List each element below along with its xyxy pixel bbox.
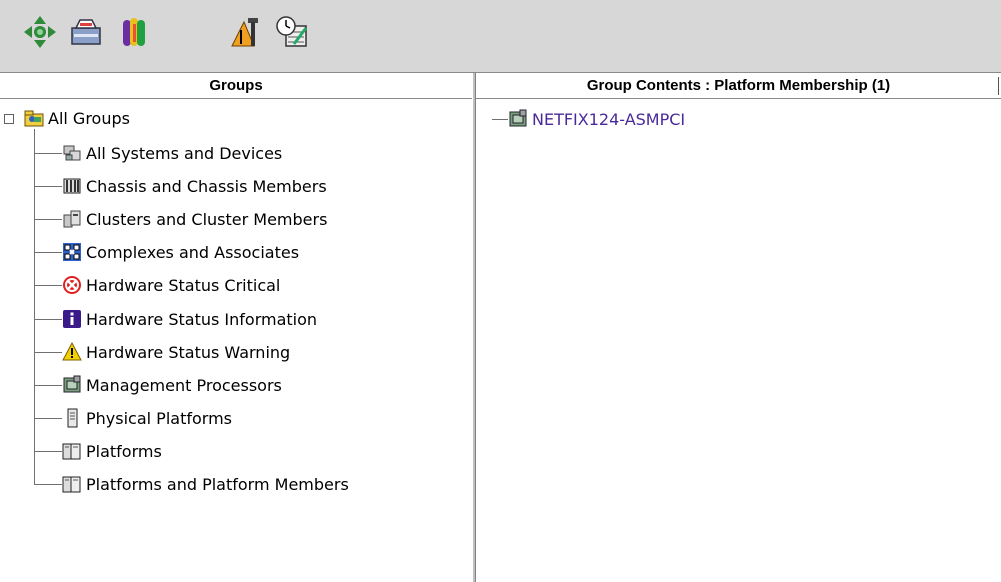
contents-item-netfix124-asmpci[interactable]: NETFIX124-ASMPCI: [508, 106, 685, 132]
schedule-button[interactable]: [272, 14, 312, 54]
tree-item-platforms[interactable]: Platforms: [62, 438, 162, 464]
platform-icon: [62, 441, 82, 461]
tray-button[interactable]: [66, 14, 106, 54]
tree-label: Complexes and Associates: [86, 242, 300, 262]
tree-label: Hardware Status Critical: [86, 275, 281, 295]
tree-label: All Systems and Devices: [86, 143, 283, 163]
column-divider: [998, 77, 999, 95]
tree-label: Physical Platforms: [86, 408, 232, 428]
chassis-icon: [62, 176, 82, 196]
tree-label: Chassis and Chassis Members: [86, 176, 327, 196]
physical-platform-icon: [62, 408, 82, 428]
contents-item-label: NETFIX124-ASMPCI: [532, 109, 686, 129]
people-icon: [116, 14, 152, 54]
tree-item-platforms-and-platform-members[interactable]: Platforms and Platform Members: [62, 471, 349, 497]
management-processor-icon: [508, 109, 528, 129]
tree-label: Hardware Status Information: [86, 309, 318, 329]
group-contents-panel: Group Contents : Platform Membership (1)…: [476, 73, 1001, 582]
clock-edit-icon: [274, 14, 310, 54]
people-button[interactable]: [114, 14, 154, 54]
tools-icon: [228, 14, 264, 54]
critical-icon: [62, 275, 82, 295]
groups-panel: Groups All Groups All Systems and Device…: [0, 73, 472, 582]
tree-label: All Groups: [48, 108, 130, 128]
systems-devices-icon: [62, 143, 82, 163]
tools-button[interactable]: [226, 14, 266, 54]
tree-line: [34, 129, 35, 485]
complex-icon: [62, 242, 82, 262]
tree-label: Platforms: [86, 441, 162, 461]
tree-item-management-processors[interactable]: Management Processors: [62, 372, 282, 398]
tree-item-complexes-and-associates[interactable]: Complexes and Associates: [62, 239, 299, 265]
cluster-icon: [62, 209, 82, 229]
move-button[interactable]: [20, 14, 60, 54]
tree-item-chassis-and-chassis-members[interactable]: Chassis and Chassis Members: [62, 173, 327, 199]
tree-item-clusters-and-cluster-members[interactable]: Clusters and Cluster Members: [62, 206, 327, 232]
tree-label: Platforms and Platform Members: [86, 474, 349, 494]
tree-label: Management Processors: [86, 375, 282, 395]
tree-item-all-systems-and-devices[interactable]: All Systems and Devices: [62, 140, 282, 166]
tree-item-hardware-status-information[interactable]: Hardware Status Information: [62, 306, 317, 332]
tree-label: Hardware Status Warning: [86, 342, 291, 362]
collapse-toggle[interactable]: [4, 114, 14, 124]
toolbar: [0, 0, 1001, 73]
management-processor-icon: [62, 375, 82, 395]
warning-icon: [62, 342, 82, 362]
info-icon: [62, 309, 82, 329]
platform-members-icon: [62, 474, 82, 494]
group-folder-icon: [24, 108, 44, 128]
tray-icon: [68, 14, 104, 54]
tree-root-all-groups[interactable]: All Groups: [24, 105, 130, 131]
move-arrows-icon: [22, 14, 58, 54]
tree-item-hardware-status-warning[interactable]: Hardware Status Warning: [62, 339, 290, 365]
group-contents-header: Group Contents : Platform Membership (1): [476, 73, 1001, 99]
tree-item-physical-platforms[interactable]: Physical Platforms: [62, 405, 232, 431]
tree-label: Clusters and Cluster Members: [86, 209, 328, 229]
tree-item-hardware-status-critical[interactable]: Hardware Status Critical: [62, 272, 280, 298]
groups-header: Groups: [0, 73, 472, 99]
